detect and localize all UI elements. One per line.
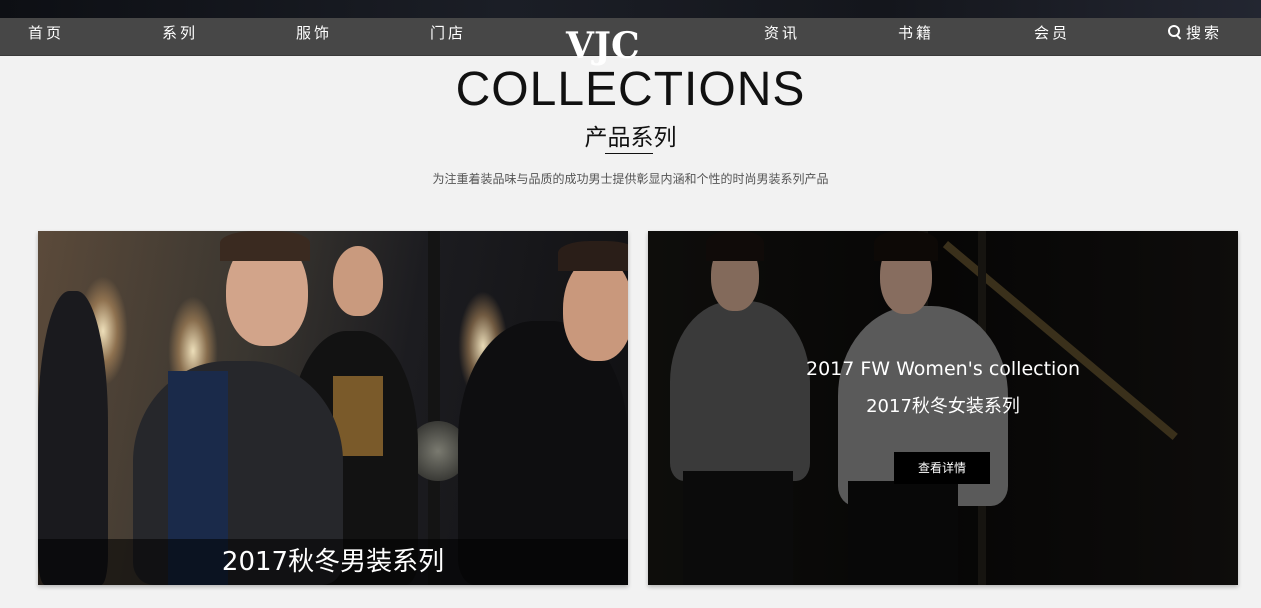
card-title-en: 2017 FW Women's collection: [805, 358, 1080, 380]
brand-logo[interactable]: VJC: [566, 28, 640, 64]
nav-item-members[interactable]: 会员: [1034, 21, 1070, 45]
nav-item-series[interactable]: 系列: [162, 21, 198, 45]
nav-item-news[interactable]: 资讯: [764, 21, 800, 45]
view-details-button[interactable]: 查看详情: [894, 452, 990, 484]
search-label: 搜索: [1186, 24, 1223, 42]
main-nav: 首页 系列 服饰 门店 VJC 资讯 书籍 会员 搜索: [0, 18, 1261, 64]
title-divider: [605, 153, 653, 154]
nav-item-stores[interactable]: 门店: [430, 21, 466, 45]
card-image-men: [38, 231, 628, 585]
collection-card-women[interactable]: 2017 FW Women's collection 2017秋冬女装系列 查看…: [648, 231, 1238, 585]
page-description: 为注重着装品味与品质的成功男士提供彰显内涵和个性的时尚男装系列产品: [432, 172, 829, 186]
search-button[interactable]: 搜索: [1168, 21, 1222, 45]
nav-item-home[interactable]: 首页: [28, 21, 64, 45]
card-caption-men: 2017秋冬男装系列: [38, 539, 628, 585]
page-subtitle: 产品系列: [584, 125, 677, 151]
collection-card-men[interactable]: 2017秋冬男装系列: [38, 231, 628, 585]
search-icon: [1168, 25, 1182, 39]
nav-item-books[interactable]: 书籍: [898, 21, 934, 45]
nav-item-apparel[interactable]: 服饰: [296, 21, 332, 45]
header-photo-strip: [0, 0, 1261, 18]
card-title-cn: 2017秋冬女装系列: [866, 396, 1020, 417]
page-title: COLLECTIONS: [455, 63, 806, 116]
